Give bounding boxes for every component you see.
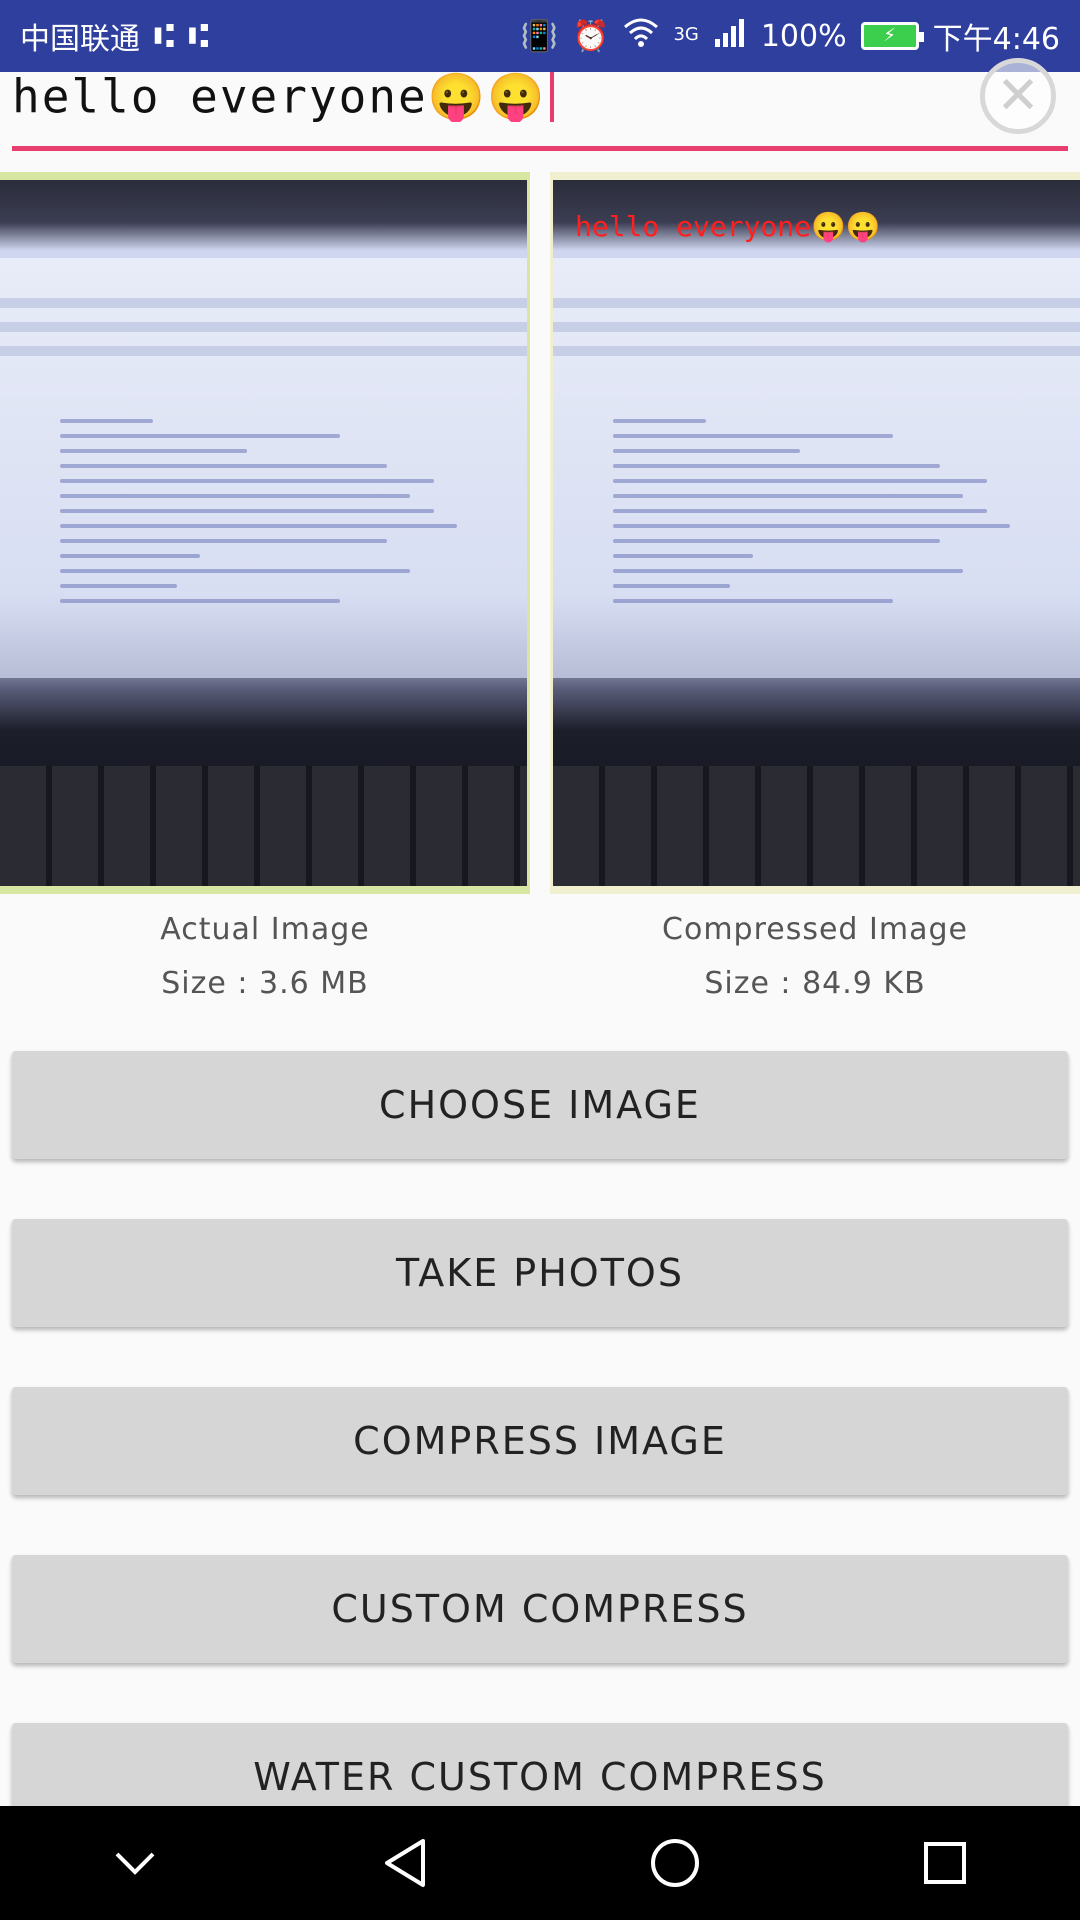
actual-image-size: Size : 3.6 MB: [161, 966, 369, 1001]
photo-screen: [553, 258, 1080, 678]
alarm-icon: ⏰: [572, 18, 610, 54]
carrier-name: 中国联通: [20, 22, 140, 57]
watermark-input-text: hello everyone😛😛: [12, 72, 547, 122]
photo-keyboard: [553, 766, 1080, 886]
navigation-bar: [0, 1806, 1080, 1920]
wifi-icon: [623, 17, 659, 55]
actual-image: [0, 172, 530, 894]
battery-icon: ⚡: [860, 22, 924, 50]
usb-icon: ⑆: [154, 16, 175, 56]
compressed-image-photo: hello everyone😛😛: [553, 180, 1080, 886]
usb-icon: ⑆: [188, 16, 209, 56]
compress-image-button[interactable]: COMPRESS IMAGE: [12, 1387, 1068, 1495]
battery-percent: 100%: [760, 18, 847, 54]
input-underline: [12, 146, 1068, 151]
take-photos-button[interactable]: TAKE PHOTOS: [12, 1219, 1068, 1327]
home-icon[interactable]: [635, 1823, 715, 1903]
text-cursor: [550, 72, 555, 122]
compressed-image: hello everyone😛😛: [550, 172, 1080, 894]
recents-icon[interactable]: [905, 1823, 985, 1903]
status-bar-left: 中国联通 ⑆ ⑆: [20, 14, 209, 58]
watermark-input[interactable]: hello everyone😛😛: [12, 72, 555, 122]
custom-compress-button[interactable]: CUSTOM COMPRESS: [12, 1555, 1068, 1663]
photo-screen: [0, 258, 527, 678]
network-type: 3G: [673, 24, 699, 45]
compressed-image-size: Size : 84.9 KB: [704, 966, 926, 1001]
choose-image-button[interactable]: CHOOSE IMAGE: [12, 1051, 1068, 1159]
vibrate-icon: 📳: [520, 18, 559, 54]
photo-keyboard: [0, 766, 527, 886]
watermark-overlay: hello everyone😛😛: [575, 210, 881, 243]
status-bar-right: 📳 ⏰ 3G 100% ⚡ 下午4:46: [521, 14, 1060, 58]
compressed-image-label: Compressed Image: [662, 912, 968, 947]
chevron-down-icon[interactable]: [95, 1823, 175, 1903]
clock: 下午4:46: [932, 22, 1060, 57]
actual-image-photo: [0, 180, 527, 886]
status-bar: 中国联通 ⑆ ⑆ 📳 ⏰ 3G 100% ⚡ 下午4:46: [0, 0, 1080, 72]
actual-image-label: Actual Image: [160, 912, 370, 947]
watermark-edit-field[interactable]: hello everyone😛😛 ✕: [12, 58, 1068, 152]
clear-icon[interactable]: ✕: [980, 58, 1056, 134]
back-icon[interactable]: [365, 1823, 445, 1903]
signal-icon: [713, 17, 747, 55]
